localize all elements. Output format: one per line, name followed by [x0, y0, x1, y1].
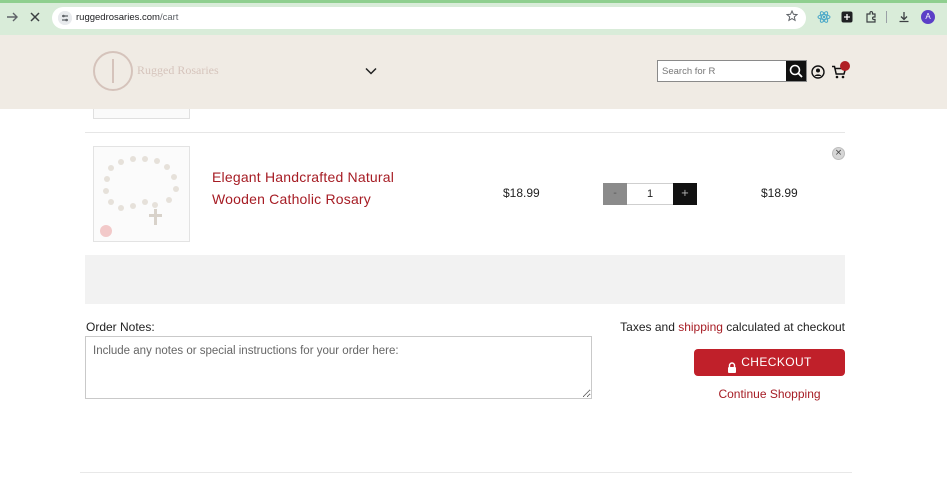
logo-seal-icon [93, 51, 133, 91]
site-header: Rugged Rosaries [0, 35, 947, 109]
loading-progress-bar [0, 0, 947, 3]
browser-toolbar: ruggedrosaries.com/cart A [0, 0, 947, 35]
quantity-increase-button[interactable]: + [673, 183, 697, 205]
toolbar-divider [886, 11, 887, 23]
search-input[interactable] [658, 61, 786, 81]
line-total: $18.99 [761, 186, 798, 200]
cart-count-badge [840, 61, 850, 71]
menu-chevron-icon[interactable] [364, 63, 378, 77]
back-arrow-icon[interactable] [4, 9, 20, 25]
quantity-stepper: - 1 + [603, 183, 697, 205]
extension-box-icon[interactable] [840, 10, 854, 24]
bookmark-star-icon[interactable] [785, 9, 799, 27]
quantity-input[interactable]: 1 [627, 183, 673, 205]
extensions-puzzle-icon[interactable] [864, 10, 878, 24]
tax-shipping-note: Taxes and shipping calculated at checkou… [620, 320, 845, 334]
remove-item-icon[interactable]: × [832, 147, 845, 160]
stop-loading-icon[interactable] [27, 9, 43, 25]
site-logo[interactable]: Rugged Rosaries [93, 51, 253, 91]
cart-row-previous [85, 109, 845, 133]
continue-shopping-link[interactable]: Continue Shopping [694, 387, 845, 401]
account-icon[interactable] [811, 64, 825, 79]
profile-avatar-icon[interactable]: A [921, 10, 935, 24]
quantity-decrease-button[interactable]: - [603, 183, 627, 205]
download-icon[interactable] [897, 10, 911, 24]
product-thumbnail-previous[interactable] [93, 109, 190, 119]
order-notes-textarea[interactable] [85, 336, 592, 399]
cart-footer-band [85, 255, 845, 304]
lock-icon [727, 356, 737, 374]
extension-react-icon[interactable] [817, 10, 831, 24]
product-title-link[interactable]: Elegant Handcrafted Natural Wooden Catho… [212, 167, 432, 210]
search-button[interactable] [786, 61, 806, 81]
logo-text: Rugged Rosaries [137, 63, 219, 77]
product-thumbnail[interactable] [93, 146, 190, 242]
badge-dot-icon [100, 225, 112, 237]
checkout-button[interactable]: CHECKOUT [694, 349, 845, 376]
footer-divider [80, 472, 852, 473]
shipping-link[interactable]: shipping [678, 320, 723, 334]
unit-price: $18.99 [503, 186, 540, 200]
order-notes-label: Order Notes: [86, 320, 155, 334]
cart-row: Elegant Handcrafted Natural Wooden Catho… [85, 133, 845, 255]
url-text[interactable]: ruggedrosaries.com/cart [76, 10, 178, 26]
address-bar[interactable]: ruggedrosaries.com/cart [52, 7, 806, 29]
site-settings-icon[interactable] [58, 11, 72, 25]
search-form [657, 60, 807, 82]
search-icon [789, 64, 803, 78]
